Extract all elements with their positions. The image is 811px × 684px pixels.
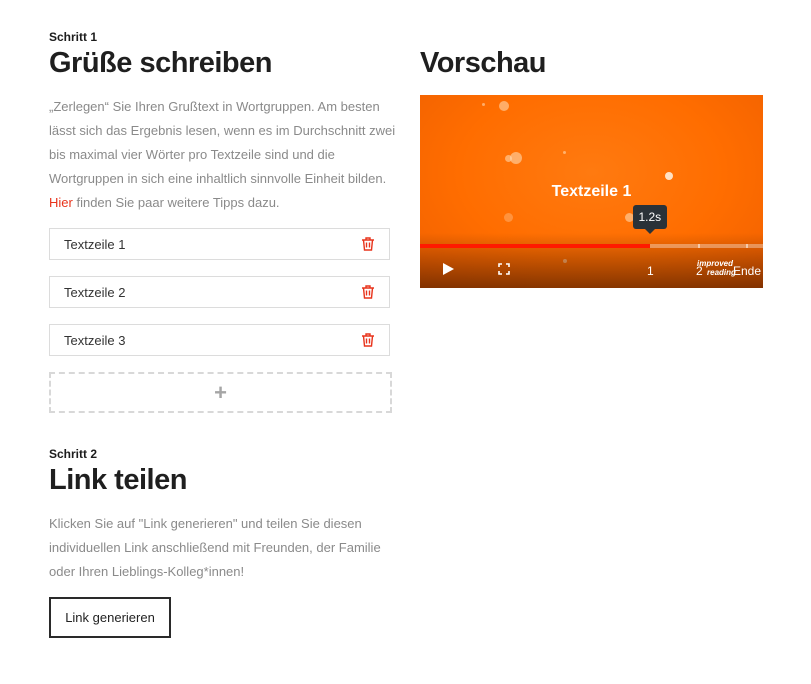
step1-description-tail: finden Sie paar weitere Tipps dazu. xyxy=(76,195,280,210)
step2-title: Link teilen xyxy=(49,464,187,496)
step1-description: „Zerlegen“ Sie Ihren Grußtext in Wortgru… xyxy=(49,95,397,215)
play-icon[interactable] xyxy=(441,262,455,276)
brand-logo: improved reading xyxy=(697,259,736,277)
fullscreen-icon[interactable] xyxy=(498,263,510,275)
step1-title: Grüße schreiben xyxy=(49,47,272,79)
trash-icon[interactable] xyxy=(360,236,376,252)
trash-icon[interactable] xyxy=(360,332,376,348)
step1-description-text: „Zerlegen“ Sie Ihren Grußtext in Wortgru… xyxy=(49,99,396,186)
marker-end[interactable]: Ende xyxy=(733,264,761,278)
progress-tick xyxy=(698,244,700,248)
bokeh-dot xyxy=(563,151,566,154)
tips-link[interactable]: Hier xyxy=(49,195,73,210)
bokeh-dot xyxy=(505,155,512,162)
bokeh-dot xyxy=(499,101,509,111)
trash-icon[interactable] xyxy=(360,284,376,300)
video-preview[interactable]: Textzeile 1 1.2s 1 2 improved reading En… xyxy=(420,95,763,288)
bokeh-dot xyxy=(665,172,673,180)
text-line-label: Textzeile 3 xyxy=(64,333,126,348)
text-line-row[interactable]: Textzeile 3 xyxy=(49,324,390,356)
progress-bar[interactable] xyxy=(420,244,763,248)
bokeh-dot xyxy=(504,213,513,222)
text-line-row[interactable]: Textzeile 1 xyxy=(49,228,390,260)
video-caption: Textzeile 1 xyxy=(551,183,632,200)
text-line-row[interactable]: Textzeile 2 xyxy=(49,276,390,308)
step2-label: Schritt 2 xyxy=(49,447,98,461)
marker-1[interactable]: 1 xyxy=(647,264,654,278)
time-tooltip: 1.2s xyxy=(632,205,668,234)
progress-fill xyxy=(420,244,650,248)
step1-label: Schritt 1 xyxy=(49,30,98,44)
add-line-button[interactable]: + xyxy=(49,372,392,413)
brand-logo-line: reading xyxy=(707,268,736,277)
text-line-label: Textzeile 1 xyxy=(64,237,126,252)
plus-icon: + xyxy=(214,379,227,405)
preview-title: Vorschau xyxy=(420,47,547,79)
brand-logo-line: improved xyxy=(697,259,734,268)
progress-tick xyxy=(746,244,748,248)
generate-link-button[interactable]: Link generieren xyxy=(49,597,171,638)
text-line-label: Textzeile 2 xyxy=(64,285,126,300)
step2-description: Klicken Sie auf "Link generieren" und te… xyxy=(49,516,381,579)
bokeh-dot xyxy=(482,103,485,106)
